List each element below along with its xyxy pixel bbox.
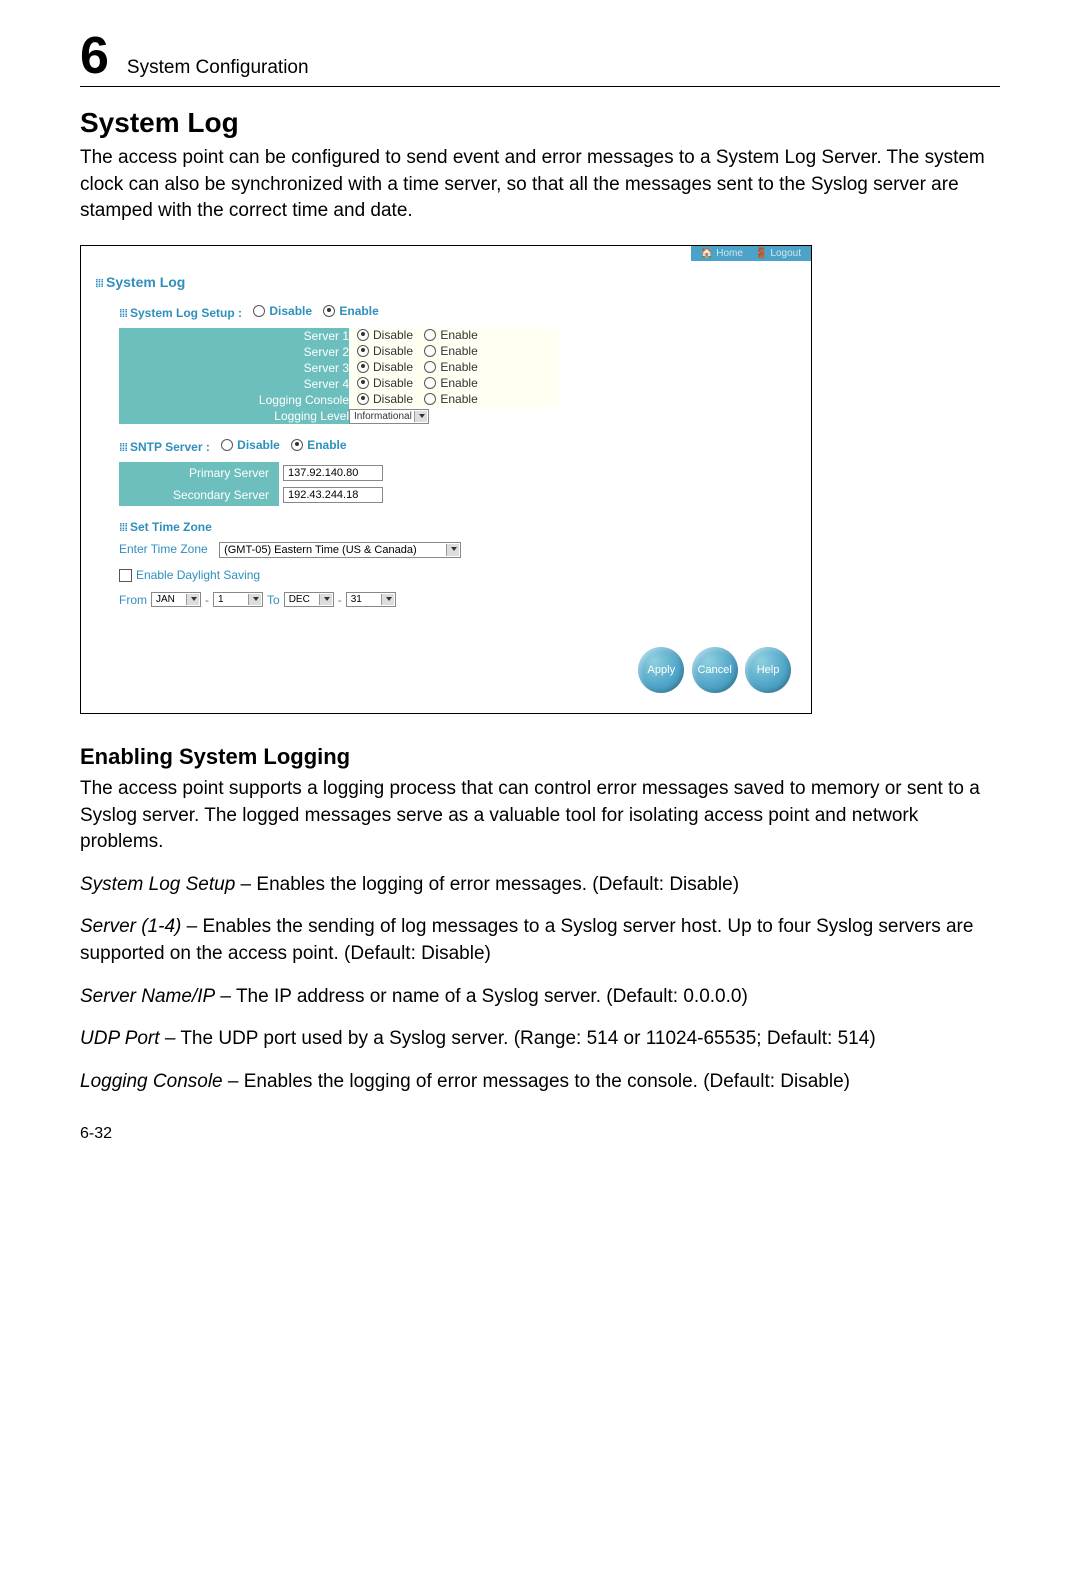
logging-console-disable[interactable]: Disable — [357, 392, 413, 406]
def-udp-port: UDP Port – The UDP port used by a Syslog… — [80, 1026, 1000, 1053]
daylight-saving-row[interactable]: Enable Daylight Saving — [119, 568, 797, 582]
config-screenshot: 🏠 Home 🚪 Logout ⁞⁞⁞System Log ⁞⁞⁞System … — [80, 245, 812, 714]
intro-paragraph: The access point can be configured to se… — [80, 145, 1000, 225]
cancel-button[interactable]: Cancel — [692, 647, 738, 693]
set-timezone-heading: ⁞⁞⁞Set Time Zone — [119, 520, 797, 534]
page-number: 6-32 — [80, 1125, 1000, 1143]
server3-disable[interactable]: Disable — [357, 360, 413, 374]
logging-level-label: Logging Level — [119, 408, 349, 424]
def-server: Server (1-4) – Enables the sending of lo… — [80, 914, 1000, 967]
chapter-header: 6 System Configuration — [80, 30, 1000, 87]
server2-enable[interactable]: Enable — [424, 344, 477, 358]
table-row: Server 4 Disable Enable — [119, 376, 559, 392]
syslog-setup-row: ⁞⁞⁞System Log Setup : Disable Enable — [119, 304, 797, 320]
def-syslog-setup: System Log Setup – Enables the logging o… — [80, 872, 1000, 899]
chapter-label: System Configuration — [127, 57, 309, 79]
from-month-select[interactable]: JAN — [151, 592, 201, 607]
server-table: Server 1 Disable Enable Server 2 Disable… — [119, 328, 559, 424]
secondary-server-label: Secondary Server — [119, 484, 279, 506]
logging-level-select[interactable]: Informational — [349, 409, 429, 424]
secondary-server-input[interactable]: 192.43.244.18 — [283, 487, 383, 503]
daylight-saving-checkbox[interactable] — [119, 569, 132, 582]
table-row: Secondary Server 192.43.244.18 — [119, 484, 387, 506]
server4-label: Server 4 — [119, 376, 349, 392]
from-day-select[interactable]: 1 — [213, 592, 263, 607]
table-row: Logging Level Informational — [119, 408, 559, 424]
server3-label: Server 3 — [119, 360, 349, 376]
logging-console-enable[interactable]: Enable — [424, 392, 477, 406]
primary-server-input[interactable]: 137.92.140.80 — [283, 465, 383, 481]
syslog-setup-enable[interactable]: Enable — [323, 304, 378, 318]
sub-intro: The access point supports a logging proc… — [80, 776, 1000, 856]
chapter-number: 6 — [80, 30, 109, 82]
table-row: Primary Server 137.92.140.80 — [119, 462, 387, 484]
to-month-select[interactable]: DEC — [284, 592, 334, 607]
section-title: System Log — [80, 107, 1000, 139]
timezone-select[interactable]: (GMT-05) Eastern Time (US & Canada) — [219, 542, 461, 558]
sntp-enable[interactable]: Enable — [291, 438, 346, 452]
logout-link[interactable]: 🚪 Logout — [755, 248, 801, 259]
topbar-right: 🏠 Home 🚪 Logout — [691, 246, 811, 261]
sntp-table: Primary Server 137.92.140.80 Secondary S… — [119, 462, 387, 506]
syslog-setup-disable[interactable]: Disable — [253, 304, 312, 318]
sntp-disable[interactable]: Disable — [221, 438, 280, 452]
help-button[interactable]: Help — [745, 647, 791, 693]
def-server-name-ip: Server Name/IP – The IP address or name … — [80, 984, 1000, 1011]
def-logging-console: Logging Console – Enables the logging of… — [80, 1069, 1000, 1096]
server2-label: Server 2 — [119, 344, 349, 360]
table-row: Logging Console Disable Enable — [119, 392, 559, 408]
primary-server-label: Primary Server — [119, 462, 279, 484]
server1-label: Server 1 — [119, 328, 349, 344]
subsection-title: Enabling System Logging — [80, 744, 1000, 770]
daylight-range-row: From JAN - 1 To DEC - 31 — [119, 592, 797, 607]
server4-enable[interactable]: Enable — [424, 376, 477, 390]
table-row: Server 2 Disable Enable — [119, 344, 559, 360]
server2-disable[interactable]: Disable — [357, 344, 413, 358]
server1-enable[interactable]: Enable — [424, 328, 477, 342]
to-day-select[interactable]: 31 — [346, 592, 396, 607]
timezone-row: Enter Time Zone (GMT-05) Eastern Time (U… — [119, 542, 797, 558]
logging-console-label: Logging Console — [119, 392, 349, 408]
table-row: Server 3 Disable Enable — [119, 360, 559, 376]
home-link[interactable]: 🏠 Home — [701, 248, 743, 259]
panel-heading: ⁞⁞⁞System Log — [95, 274, 797, 290]
server3-enable[interactable]: Enable — [424, 360, 477, 374]
sntp-row: ⁞⁞⁞SNTP Server : Disable Enable — [119, 438, 797, 454]
apply-button[interactable]: Apply — [638, 647, 684, 693]
table-row: Server 1 Disable Enable — [119, 328, 559, 344]
server1-disable[interactable]: Disable — [357, 328, 413, 342]
server4-disable[interactable]: Disable — [357, 376, 413, 390]
